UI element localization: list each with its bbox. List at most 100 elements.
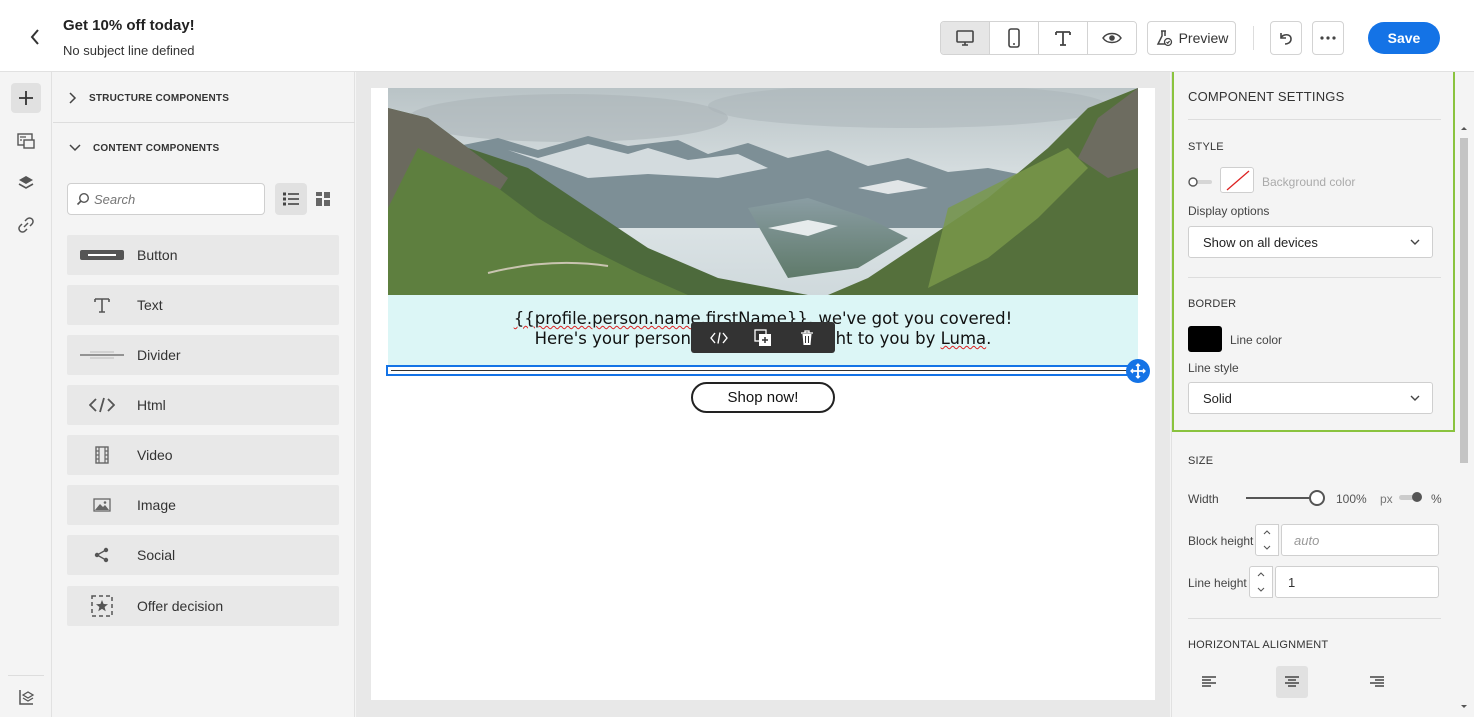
background-color-swatch[interactable]: [1220, 167, 1254, 193]
undo-button[interactable]: [1270, 21, 1302, 55]
back-button[interactable]: [24, 26, 46, 48]
width-label: Width: [1188, 492, 1219, 506]
align-center-button[interactable]: [1276, 666, 1308, 698]
settings-scrollbar[interactable]: [1456, 120, 1470, 717]
line-height-stepper[interactable]: [1249, 566, 1273, 598]
display-options-value: Show on all devices: [1203, 234, 1318, 250]
component-social[interactable]: Social: [67, 535, 339, 575]
shop-now-button[interactable]: Shop now!: [691, 382, 835, 413]
settings-title: COMPONENT SETTINGS: [1188, 89, 1345, 104]
chevron-down-icon: [69, 144, 81, 152]
chevron-down-icon: [1263, 545, 1271, 550]
component-label: Text: [137, 297, 163, 313]
toolbar-divider: [1253, 26, 1254, 50]
visibility-button[interactable]: [1088, 22, 1136, 54]
image-icon: [93, 498, 111, 512]
desktop-view-button[interactable]: [941, 22, 990, 54]
content-components-header[interactable]: CONTENT COMPONENTS: [53, 123, 355, 173]
component-offer-decision[interactable]: Offer decision: [67, 586, 339, 626]
desktop-icon: [956, 30, 974, 46]
html-icon: [89, 397, 115, 413]
duplicate-button[interactable]: [747, 325, 779, 351]
component-label: Video: [137, 447, 173, 463]
divider: [1188, 618, 1441, 619]
layers-icon: [18, 176, 34, 189]
component-divider[interactable]: Divider: [67, 335, 339, 375]
component-button[interactable]: Button: [67, 235, 339, 275]
source-code-button[interactable]: [703, 325, 735, 351]
text-view-button[interactable]: [1039, 22, 1088, 54]
block-height-input[interactable]: auto: [1281, 524, 1439, 556]
block-height-stepper[interactable]: [1255, 524, 1279, 556]
more-icon: [1320, 36, 1336, 40]
width-slider-track[interactable]: [1246, 497, 1318, 499]
period: .: [986, 329, 992, 348]
component-video[interactable]: Video: [67, 435, 339, 475]
move-icon: [1130, 363, 1146, 379]
text-icon: [1055, 31, 1071, 46]
toggle-icon: [1188, 177, 1212, 187]
undo-icon: [1280, 33, 1292, 45]
width-slider-handle[interactable]: [1309, 490, 1325, 506]
text-icon: [94, 298, 110, 313]
background-toggle[interactable]: [1188, 175, 1214, 189]
border-section-label: BORDER: [1188, 298, 1237, 310]
structure-components-label: STRUCTURE COMPONENTS: [89, 92, 230, 104]
chevron-right-icon: [69, 92, 77, 104]
selected-divider-block[interactable]: [386, 365, 1140, 376]
mobile-view-button[interactable]: [990, 22, 1039, 54]
hero-image[interactable]: [388, 88, 1138, 295]
assets-button[interactable]: [11, 126, 41, 156]
view-mode-group: [940, 21, 1137, 55]
email-body: {{profile.person.name.firstName}}, we've…: [371, 88, 1155, 700]
search-field: [67, 183, 265, 215]
divider: [1188, 119, 1441, 120]
line-style-label: Line style: [1188, 361, 1239, 375]
line-style-select[interactable]: Solid: [1188, 382, 1433, 414]
code-icon: [710, 331, 728, 344]
more-options-button[interactable]: [1312, 21, 1344, 55]
align-right-button[interactable]: [1361, 666, 1393, 698]
component-label: Social: [137, 547, 176, 563]
offer-decision-icon: [91, 595, 113, 617]
grid-icon: [316, 192, 330, 206]
divider: [1188, 277, 1441, 278]
component-text[interactable]: Text: [67, 285, 339, 325]
save-button[interactable]: Save: [1368, 22, 1440, 54]
links-button[interactable]: [11, 210, 41, 240]
chevron-left-icon: [30, 29, 39, 45]
scrollbar-thumb[interactable]: [1460, 138, 1468, 463]
offer-text-start: Here's your persona: [534, 329, 702, 348]
line-height-label: Line height: [1188, 576, 1247, 590]
chevron-down-icon: [1257, 587, 1265, 592]
delete-button[interactable]: [791, 325, 823, 351]
grid-view-toggle[interactable]: [307, 183, 339, 215]
line-height-input[interactable]: 1: [1275, 566, 1439, 598]
greeting-text: , we've got you covered!: [807, 309, 1013, 328]
left-rail: [0, 72, 52, 717]
content-components-label: CONTENT COMPONENTS: [93, 142, 220, 154]
subject-line: No subject line defined: [63, 43, 195, 58]
layer-settings-button[interactable]: [11, 682, 41, 712]
unit-toggle-knob[interactable]: [1412, 492, 1422, 502]
layers-button[interactable]: [11, 168, 41, 198]
block-toolbar: [691, 322, 835, 353]
preview-button[interactable]: Preview: [1147, 21, 1236, 55]
line-color-swatch[interactable]: [1188, 326, 1222, 352]
structure-components-header[interactable]: STRUCTURE COMPONENTS: [53, 73, 355, 123]
assets-icon: [17, 133, 35, 149]
move-block-handle[interactable]: [1126, 359, 1150, 383]
list-view-toggle[interactable]: [275, 183, 307, 215]
line-style-value: Solid: [1203, 390, 1232, 406]
align-left-button[interactable]: [1193, 666, 1225, 698]
style-section-label: STYLE: [1188, 141, 1224, 153]
scroll-down-icon: [1461, 705, 1467, 708]
horizontal-alignment-label: HORIZONTAL ALIGNMENT: [1188, 639, 1329, 651]
brand-name: Luma: [940, 329, 987, 348]
add-components-button[interactable]: [11, 83, 41, 113]
components-panel: STRUCTURE COMPONENTS CONTENT COMPONENTS …: [53, 72, 355, 717]
component-image[interactable]: Image: [67, 485, 339, 525]
display-options-select[interactable]: Show on all devices: [1188, 226, 1433, 258]
component-html[interactable]: Html: [67, 385, 339, 425]
search-input[interactable]: [94, 191, 254, 207]
